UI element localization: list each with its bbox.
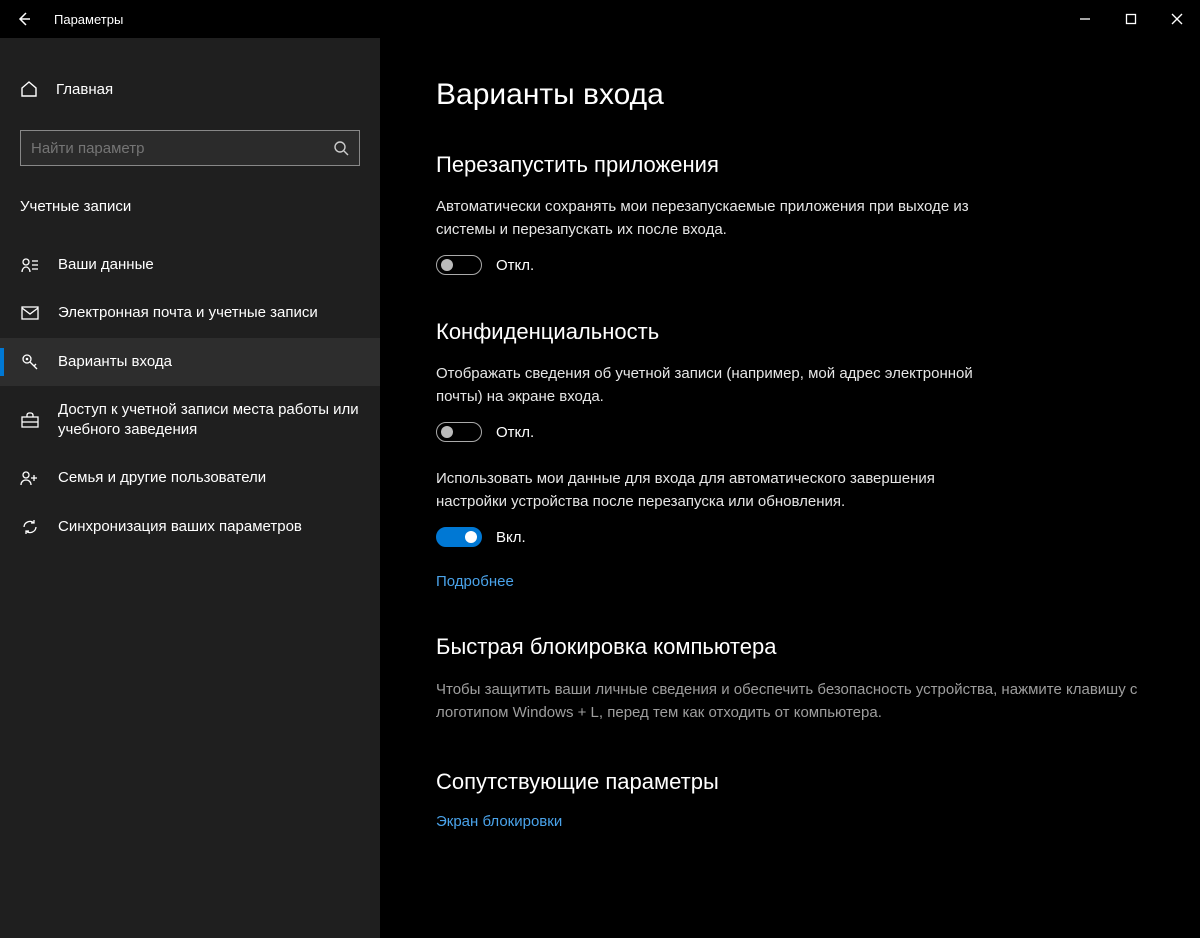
page-title: Варианты входа bbox=[436, 78, 1144, 112]
section-heading: Быстрая блокировка компьютера bbox=[436, 634, 1144, 660]
sidebar-home-label: Главная bbox=[56, 81, 113, 98]
sidebar-home[interactable]: Главная bbox=[0, 70, 380, 108]
section-dynamic-lock: Быстрая блокировка компьютера Чтобы защи… bbox=[436, 634, 1144, 725]
sync-icon bbox=[20, 518, 40, 536]
sidebar-nav: Ваши данные Электронная почта и учетные … bbox=[0, 241, 380, 551]
toggle-state-label: Откл. bbox=[496, 257, 534, 274]
search-icon bbox=[333, 140, 349, 156]
people-icon bbox=[20, 470, 40, 486]
setting-description: Автоматически сохранять мои перезапускае… bbox=[436, 196, 996, 241]
section-heading: Перезапустить приложения bbox=[436, 152, 1144, 178]
sidebar-item-label: Синхронизация ваших параметров bbox=[58, 517, 302, 537]
sidebar-item-label: Доступ к учетной записи места работы или… bbox=[58, 400, 360, 441]
close-button[interactable] bbox=[1154, 0, 1200, 38]
person-badge-icon bbox=[20, 257, 40, 273]
back-button[interactable] bbox=[0, 0, 48, 38]
sidebar-item-sync[interactable]: Синхронизация ваших параметров bbox=[0, 503, 380, 551]
setting-description: Использовать мои данные для входа для ав… bbox=[436, 468, 996, 513]
titlebar: Параметры bbox=[0, 0, 1200, 38]
toggle-show-account-info[interactable] bbox=[436, 422, 482, 442]
sidebar-category: Учетные записи bbox=[20, 198, 360, 215]
main-content: Варианты входа Перезапустить приложения … bbox=[380, 38, 1200, 938]
close-icon bbox=[1171, 13, 1183, 25]
toggle-use-signin-info[interactable] bbox=[436, 527, 482, 547]
section-privacy: Конфиденциальность Отображать сведения о… bbox=[436, 319, 1144, 590]
sidebar-item-signin-options[interactable]: Варианты входа bbox=[0, 338, 380, 386]
section-restart-apps: Перезапустить приложения Автоматически с… bbox=[436, 152, 1144, 275]
section-heading: Конфиденциальность bbox=[436, 319, 1144, 345]
home-icon bbox=[20, 80, 38, 98]
sidebar-item-label: Семья и другие пользователи bbox=[58, 468, 266, 488]
window-title: Параметры bbox=[54, 12, 123, 27]
section-related: Сопутствующие параметры Экран блокировки bbox=[436, 769, 1144, 830]
sidebar-item-label: Ваши данные bbox=[58, 255, 154, 275]
maximize-icon bbox=[1125, 13, 1137, 25]
sidebar-item-email-accounts[interactable]: Электронная почта и учетные записи bbox=[0, 289, 380, 337]
minimize-button[interactable] bbox=[1062, 0, 1108, 38]
sidebar-item-work-access[interactable]: Доступ к учетной записи места работы или… bbox=[0, 386, 380, 455]
key-icon bbox=[20, 353, 40, 371]
minimize-icon bbox=[1079, 13, 1091, 25]
setting-description: Отображать сведения об учетной записи (н… bbox=[436, 363, 996, 408]
setting-description: Чтобы защитить ваши личные сведения и об… bbox=[436, 678, 1144, 725]
mail-icon bbox=[20, 306, 40, 320]
search-input[interactable] bbox=[31, 140, 333, 157]
section-heading: Сопутствующие параметры bbox=[436, 769, 1144, 795]
sidebar-item-label: Варианты входа bbox=[58, 352, 172, 372]
sidebar-item-family[interactable]: Семья и другие пользователи bbox=[0, 454, 380, 502]
link-lock-screen[interactable]: Экран блокировки bbox=[436, 813, 562, 830]
toggle-restart-apps[interactable] bbox=[436, 255, 482, 275]
maximize-button[interactable] bbox=[1108, 0, 1154, 38]
sidebar-item-your-info[interactable]: Ваши данные bbox=[0, 241, 380, 289]
toggle-state-label: Откл. bbox=[496, 424, 534, 441]
briefcase-icon bbox=[20, 412, 40, 428]
arrow-left-icon bbox=[16, 11, 32, 27]
link-learn-more[interactable]: Подробнее bbox=[436, 573, 514, 590]
sidebar: Главная Учетные записи Ваши данные bbox=[0, 38, 380, 938]
toggle-state-label: Вкл. bbox=[496, 529, 526, 546]
search-input-wrapper[interactable] bbox=[20, 130, 360, 166]
sidebar-item-label: Электронная почта и учетные записи bbox=[58, 303, 318, 323]
